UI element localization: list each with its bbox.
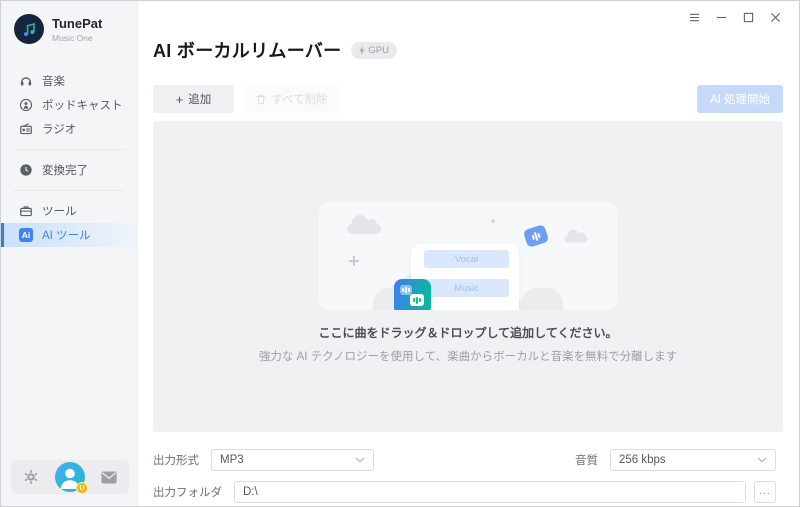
sidebar: TunePat Music One 音楽 ポッドキャスト ラジオ 変換完了 ツー… bbox=[1, 1, 138, 506]
clock-icon bbox=[20, 164, 32, 176]
ai-tools-icon: Ai bbox=[19, 228, 33, 242]
browse-folder-button[interactable]: ... bbox=[754, 481, 776, 503]
quality-label: 音質 bbox=[575, 455, 598, 467]
toolbar: + 追加 すべて削除 AI 処理開始 bbox=[153, 85, 783, 113]
music-track-label: Music bbox=[424, 279, 509, 297]
output-format-label: 出力形式 bbox=[153, 455, 199, 467]
sidebar-divider bbox=[13, 190, 125, 191]
quality-select[interactable]: 256 kbps bbox=[610, 449, 776, 471]
sidebar-item-label: ツール bbox=[42, 206, 77, 218]
cloud-icon bbox=[564, 229, 588, 243]
settings-gear-icon[interactable] bbox=[23, 469, 39, 485]
window-controls bbox=[689, 12, 781, 23]
sidebar-nav: 音楽 ポッドキャスト ラジオ 変換完了 ツール Ai AI ツール bbox=[1, 69, 137, 247]
app-logo: TunePat Music One bbox=[1, 1, 137, 44]
minimize-icon[interactable] bbox=[716, 12, 727, 23]
dot-decoration bbox=[491, 219, 495, 223]
trash-icon bbox=[257, 94, 266, 104]
podcast-icon bbox=[19, 98, 33, 112]
plus-decoration bbox=[349, 256, 359, 266]
waveform-icon bbox=[400, 285, 412, 295]
cloud-icon bbox=[347, 215, 381, 234]
gpu-badge: GPU bbox=[351, 41, 398, 59]
delete-all-button[interactable]: すべて削除 bbox=[244, 85, 340, 113]
user-avatar[interactable]: U bbox=[55, 462, 88, 494]
headphone-cup-shape bbox=[521, 288, 563, 310]
app-subtitle: Music One bbox=[52, 32, 93, 43]
dropzone-hint-subtitle: 強力な AI テクノロジーを使用して、楽曲からボーカルと音楽を無料で分離します bbox=[258, 351, 678, 363]
drag-drop-zone[interactable]: Vocal Music ここに曲をドラッグ＆ドロップして追加してください。 強力… bbox=[153, 121, 783, 432]
add-button[interactable]: + 追加 bbox=[153, 85, 234, 113]
ai-process-start-button[interactable]: AI 処理開始 bbox=[697, 85, 783, 113]
headphones-icon bbox=[20, 77, 32, 86]
sidebar-item-ai-tools[interactable]: Ai AI ツール bbox=[1, 223, 137, 247]
output-format-select[interactable]: MP3 bbox=[211, 449, 374, 471]
toolbox-icon bbox=[20, 206, 32, 217]
sidebar-item-radio[interactable]: ラジオ bbox=[1, 117, 137, 141]
radio-icon bbox=[20, 123, 32, 135]
sidebar-item-converted[interactable]: 変換完了 bbox=[1, 158, 137, 182]
plus-icon: + bbox=[175, 91, 184, 107]
main-panel: AI ボーカルリムーバー GPU + 追加 すべて削除 AI 処理開始 Voca… bbox=[138, 1, 799, 506]
illustration-plate: Vocal Music bbox=[319, 202, 617, 310]
output-folder-label: 出力フォルダ bbox=[153, 487, 222, 499]
sidebar-item-music[interactable]: 音楽 bbox=[1, 69, 137, 93]
tunepat-logo-icon bbox=[14, 14, 44, 44]
sidebar-item-label: 音楽 bbox=[42, 76, 65, 88]
close-icon[interactable] bbox=[770, 12, 781, 23]
page-title: AI ボーカルリムーバー bbox=[153, 41, 342, 61]
output-folder-input[interactable] bbox=[234, 481, 746, 503]
account-status-badge: U bbox=[76, 482, 88, 494]
lightning-icon bbox=[359, 45, 366, 55]
mail-icon[interactable] bbox=[101, 471, 117, 484]
sidebar-divider bbox=[13, 149, 125, 150]
chevron-down-icon bbox=[355, 457, 365, 463]
sidebar-item-label: 変換完了 bbox=[42, 165, 88, 177]
maximize-icon[interactable] bbox=[743, 12, 754, 23]
ai-splitter-icon bbox=[394, 279, 431, 310]
sidebar-item-tools[interactable]: ツール bbox=[1, 199, 137, 223]
app-window: TunePat Music One 音楽 ポッドキャスト ラジオ 変換完了 ツー… bbox=[0, 0, 800, 507]
app-name: TunePat bbox=[52, 15, 103, 31]
dropzone-hint-title: ここに曲をドラッグ＆ドロップして追加してください。 bbox=[318, 326, 618, 340]
audio-chip-icon bbox=[522, 224, 550, 248]
menu-icon[interactable] bbox=[689, 12, 700, 23]
sidebar-item-label: ラジオ bbox=[42, 124, 77, 136]
chevron-down-icon bbox=[757, 457, 767, 463]
waveform-icon bbox=[410, 294, 424, 306]
vocal-track-label: Vocal bbox=[424, 250, 509, 268]
sidebar-bottom-bar: U bbox=[11, 460, 129, 494]
sidebar-item-label: ポッドキャスト bbox=[42, 100, 123, 112]
sidebar-item-podcast[interactable]: ポッドキャスト bbox=[1, 93, 137, 117]
sidebar-item-label: AI ツール bbox=[42, 230, 91, 242]
